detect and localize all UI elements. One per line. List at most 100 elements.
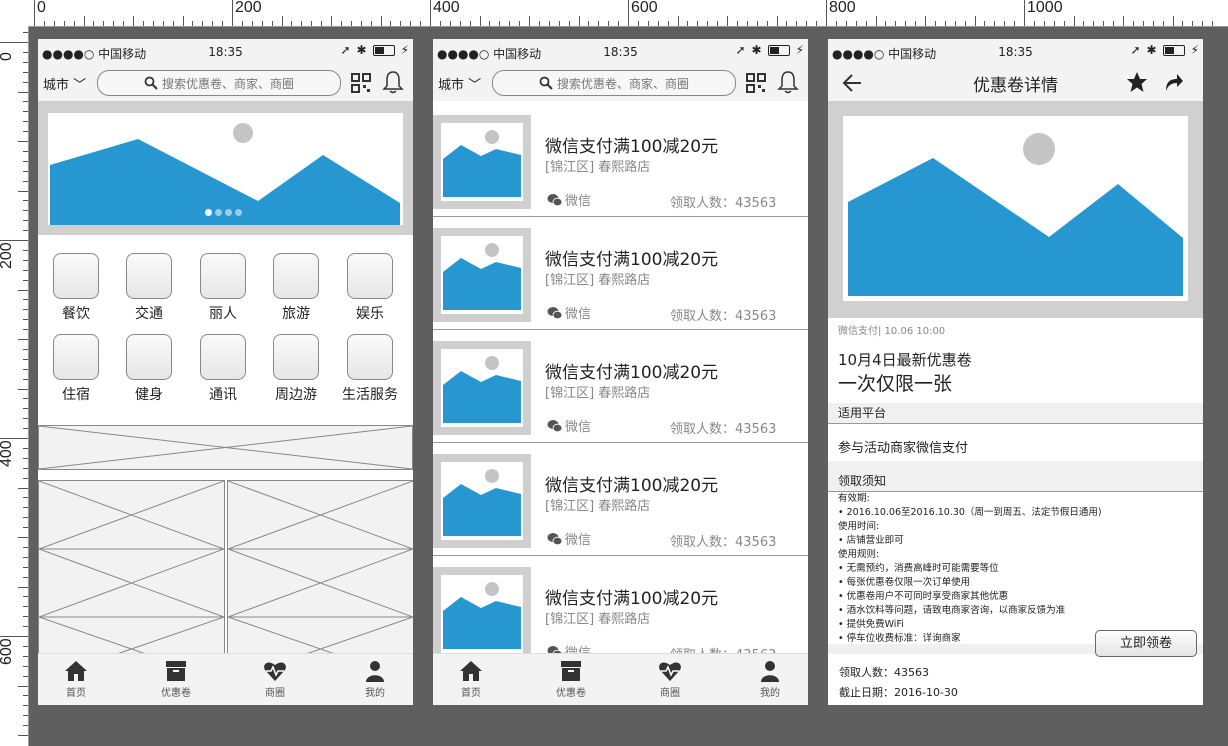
coupon-source: 微信 — [547, 190, 591, 209]
category-item[interactable]: 住宿 — [46, 334, 106, 404]
section-divider — [828, 461, 1203, 471]
ruler-tick — [172, 21, 174, 26]
coupon-claim-count: 领取人数：43563 — [670, 196, 777, 211]
category-item[interactable]: 餐饮 — [46, 253, 106, 323]
ruler-tick — [588, 21, 590, 26]
ruler-tick — [331, 16, 332, 26]
battery-icon — [372, 44, 395, 56]
ruler-tick — [23, 170, 28, 172]
claim-coupon-button[interactable]: 立即领卷 — [1095, 630, 1197, 657]
ruler-tick — [192, 21, 194, 26]
banner-carousel[interactable] — [38, 101, 413, 235]
tab-home[interactable]: 首页 — [46, 660, 106, 699]
ruler-tick — [23, 408, 28, 410]
ruler-tick — [23, 309, 28, 311]
bell-icon[interactable] — [382, 70, 404, 94]
category-item[interactable]: 旅游 — [266, 253, 326, 323]
bell-icon[interactable] — [777, 70, 799, 94]
qr-code-icon[interactable] — [351, 73, 371, 93]
category-label: 餐饮 — [62, 306, 90, 322]
wechat-icon — [547, 193, 563, 206]
ruler-tick — [23, 329, 28, 331]
category-item[interactable]: 生活服务 — [340, 334, 400, 404]
ruler-label: 200 — [0, 242, 15, 269]
star-icon[interactable] — [1126, 71, 1148, 93]
ruler-tick — [984, 21, 986, 26]
tab-profile[interactable]: 我的 — [345, 660, 405, 699]
ruler-tick — [23, 418, 28, 420]
ruler-tick — [18, 388, 28, 390]
search-input[interactable]: 搜索优惠卷、商家、商圈 — [492, 70, 736, 96]
category-icon — [53, 253, 99, 299]
search-input[interactable]: 搜索优惠卷、商家、商圈 — [97, 70, 341, 96]
carousel-dots — [205, 209, 242, 216]
category-item[interactable]: 丽人 — [193, 253, 253, 323]
ruler-tick — [18, 339, 28, 340]
left-ruler: 0 200 400 600 — [0, 26, 29, 746]
ruler-tick — [83, 16, 85, 26]
ruler-tick — [23, 299, 28, 301]
ruler-tick — [548, 21, 550, 26]
share-icon[interactable] — [1162, 71, 1184, 93]
ruler-tick — [18, 685, 28, 687]
coupon-location: [锦江区] 春熙路店 — [545, 160, 651, 175]
home-screen: ●●●●○ 中国移动 18:35 ➚ ✱ ⚡ 城市 ﹀ 搜索优惠卷、商家、商圈 … — [38, 39, 413, 705]
tab-profile[interactable]: 我的 — [740, 660, 800, 699]
category-item[interactable]: 健身 — [119, 334, 179, 404]
placeholder-block-right — [227, 480, 413, 682]
ruler-tick — [23, 596, 28, 598]
coupon-image — [828, 101, 1203, 318]
charging-icon: ⚡ — [400, 43, 409, 57]
tab-district[interactable]: 商圈 — [640, 660, 700, 699]
ruler-tick — [23, 477, 28, 479]
ruler-tick — [23, 655, 28, 657]
ruler-tick — [1142, 21, 1144, 26]
ruler-tick — [271, 21, 273, 26]
category-item[interactable]: 娱乐 — [340, 253, 400, 323]
coupon-headline: 10月4日最新优惠卷 — [838, 351, 972, 369]
ruler-tick — [23, 131, 28, 133]
coupon-list-item[interactable]: 微信支付满100减20元 [锦江区] 春熙路店微信 领取人数：43563 — [433, 330, 808, 443]
ruler-tick — [1182, 21, 1184, 26]
ruler-tick — [23, 616, 28, 618]
tab-coupons[interactable]: 优惠卷 — [146, 660, 206, 699]
ruler-tick — [34, 0, 35, 26]
ruler-tick — [103, 21, 105, 26]
coupon-source: 微信 — [547, 416, 591, 435]
category-icon — [347, 334, 393, 380]
coupon-location: [锦江区] 春熙路店 — [545, 499, 651, 514]
tab-home[interactable]: 首页 — [441, 660, 501, 699]
ruler-tick — [23, 467, 28, 469]
coupon-thumbnail — [433, 567, 531, 661]
coupon-location: [锦江区] 春熙路店 — [545, 273, 651, 288]
category-item[interactable]: 周边游 — [266, 334, 326, 404]
ruler-tick — [1063, 21, 1065, 26]
city-selector[interactable]: 城市 ﹀ — [43, 74, 86, 93]
coupon-claim-count: 领取人数：43563 — [670, 422, 777, 437]
ruler-tick — [152, 21, 154, 26]
ruler-tick — [23, 507, 28, 509]
ruler-tick — [281, 16, 283, 26]
ruler-tick — [53, 21, 55, 26]
bluetooth-icon: ✱ — [751, 43, 762, 57]
tab-district[interactable]: 商圈 — [245, 660, 305, 699]
placeholder-banner — [38, 425, 413, 470]
qr-code-icon[interactable] — [746, 73, 766, 93]
home-icon — [460, 661, 482, 681]
platform-value: 参与活动商家微信支付 — [838, 441, 969, 456]
coupon-subheadline: 一次仅限一张 — [838, 373, 953, 395]
category-item[interactable]: 交通 — [119, 253, 179, 323]
chevron-down-icon: ﹀ — [73, 78, 87, 93]
ruler-label: 800 — [829, 0, 856, 16]
ruler-tick — [23, 210, 28, 212]
city-selector[interactable]: 城市 ﹀ — [438, 74, 481, 93]
coupon-list-item[interactable]: 微信支付满100减20元 [锦江区] 春熙路店微信 领取人数：43563 — [433, 443, 808, 556]
coupon-list-item[interactable]: 微信支付满100减20元 [锦江区] 春熙路店微信 领取人数：43563 — [433, 217, 808, 330]
coupon-list-item[interactable]: 微信支付满100减20元 [锦江区] 春熙路店微信 领取人数：43563 — [433, 104, 808, 217]
category-item[interactable]: 通讯 — [193, 334, 253, 404]
ruler-tick — [1004, 21, 1006, 26]
tab-coupons[interactable]: 优惠卷 — [541, 660, 601, 699]
ruler-tick — [23, 348, 28, 350]
rule-line: • 酒水饮料等问题，请致电商家咨询，以商家反馈为准 — [838, 605, 1066, 616]
ruler-tick — [766, 21, 768, 26]
